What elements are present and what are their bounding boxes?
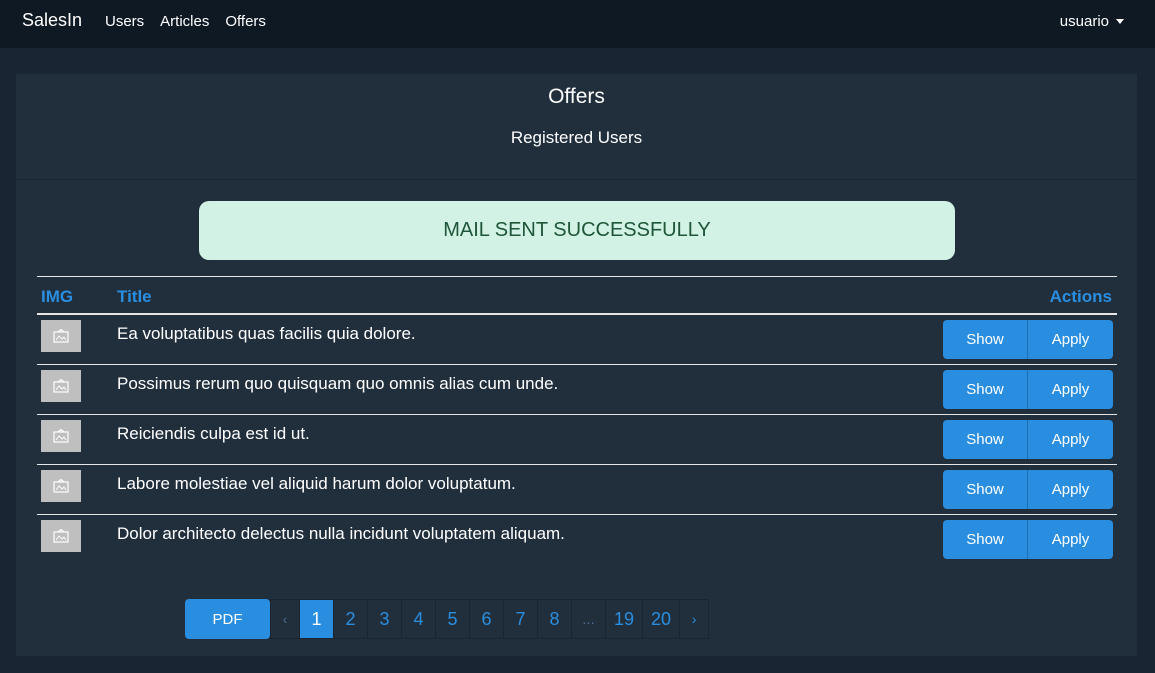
pagination-page[interactable]: 8	[537, 599, 572, 639]
table-row: Ea voluptatibus quas facilis quia dolore…	[37, 315, 1117, 365]
pagination-page[interactable]: 5	[435, 599, 470, 639]
apply-button[interactable]: Apply	[1028, 470, 1113, 509]
pagination-ellipsis: ...	[571, 599, 606, 639]
pagination-page[interactable]: 3	[367, 599, 402, 639]
offers-table: IMG Title Actions Ea voluptatibus quas f…	[37, 276, 1117, 565]
page-subtitle: Registered Users	[510, 128, 643, 147]
caret-down-icon	[1116, 19, 1124, 24]
table-header: IMG Title Actions	[37, 277, 1117, 315]
show-button[interactable]: Show	[943, 370, 1028, 409]
success-alert: MAIL SENT SUCCESSFULLY	[199, 201, 955, 260]
page-title: Offers	[548, 85, 605, 108]
row-actions: Show Apply	[943, 370, 1113, 409]
user-menu-label: usuario	[1059, 13, 1109, 30]
offer-title: Dolor architecto delectus nulla incidunt…	[117, 524, 565, 543]
card-header: Offers Registered Users	[16, 74, 1137, 180]
image-placeholder-icon	[41, 470, 81, 502]
column-header-actions: Actions	[1049, 287, 1112, 306]
offer-title: Possimus rerum quo quisquam quo omnis al…	[117, 374, 559, 393]
pagination-page[interactable]: 6	[469, 599, 504, 639]
apply-button[interactable]: Apply	[1028, 520, 1113, 559]
apply-button[interactable]: Apply	[1028, 370, 1113, 409]
column-header-title: Title	[117, 287, 152, 306]
offers-card: Offers Registered Users MAIL SENT SUCCES…	[16, 74, 1137, 656]
row-actions: Show Apply	[943, 520, 1113, 559]
show-button[interactable]: Show	[943, 520, 1028, 559]
table-row: Labore molestiae vel aliquid harum dolor…	[37, 465, 1117, 515]
user-menu-toggle[interactable]: usuario	[1060, 13, 1124, 30]
image-placeholder-icon	[41, 370, 81, 402]
pagination-page[interactable]: 7	[503, 599, 538, 639]
offer-title: Ea voluptatibus quas facilis quia dolore…	[117, 324, 416, 343]
row-actions: Show Apply	[943, 470, 1113, 509]
table-body: Ea voluptatibus quas facilis quia dolore…	[37, 315, 1117, 565]
table-row: Reiciendis culpa est id ut. Show Apply	[37, 415, 1117, 465]
row-actions: Show Apply	[943, 420, 1113, 459]
column-header-img: IMG	[41, 287, 74, 306]
brand-link[interactable]: SalesIn	[22, 10, 82, 31]
offer-title: Labore molestiae vel aliquid harum dolor…	[117, 474, 516, 493]
nav-link-users[interactable]: Users	[105, 13, 144, 30]
apply-button[interactable]: Apply	[1028, 320, 1113, 359]
table-row: Dolor architecto delectus nulla incidunt…	[37, 515, 1117, 565]
pagination-page[interactable]: 2	[333, 599, 368, 639]
pagination-page[interactable]: 20	[642, 599, 681, 639]
pagination-page[interactable]: 4	[401, 599, 436, 639]
offer-title: Reiciendis culpa est id ut.	[117, 424, 310, 443]
pagination-prev[interactable]: ‹	[270, 599, 300, 639]
pagination-page[interactable]: 1	[299, 599, 334, 639]
image-placeholder-icon	[41, 420, 81, 452]
pdf-button[interactable]: PDF	[185, 599, 270, 639]
pagination-next[interactable]: ›	[679, 599, 710, 639]
show-button[interactable]: Show	[943, 420, 1028, 459]
apply-button[interactable]: Apply	[1028, 420, 1113, 459]
image-placeholder-icon	[41, 320, 81, 352]
pagination: ‹ 1 2 3 4 5 6 7 8... 19 20 ›	[270, 599, 710, 639]
row-actions: Show Apply	[943, 320, 1113, 359]
nav-link-articles[interactable]: Articles	[160, 13, 209, 30]
nav-link-offers[interactable]: Offers	[225, 13, 266, 30]
show-button[interactable]: Show	[943, 470, 1028, 509]
show-button[interactable]: Show	[943, 320, 1028, 359]
table-row: Possimus rerum quo quisquam quo omnis al…	[37, 365, 1117, 415]
navbar: SalesIn Users Articles Offers usuario	[0, 0, 1155, 48]
nav-links: Users Articles Offers	[105, 13, 282, 30]
image-placeholder-icon	[41, 520, 81, 552]
pagination-page[interactable]: 19	[605, 599, 644, 639]
